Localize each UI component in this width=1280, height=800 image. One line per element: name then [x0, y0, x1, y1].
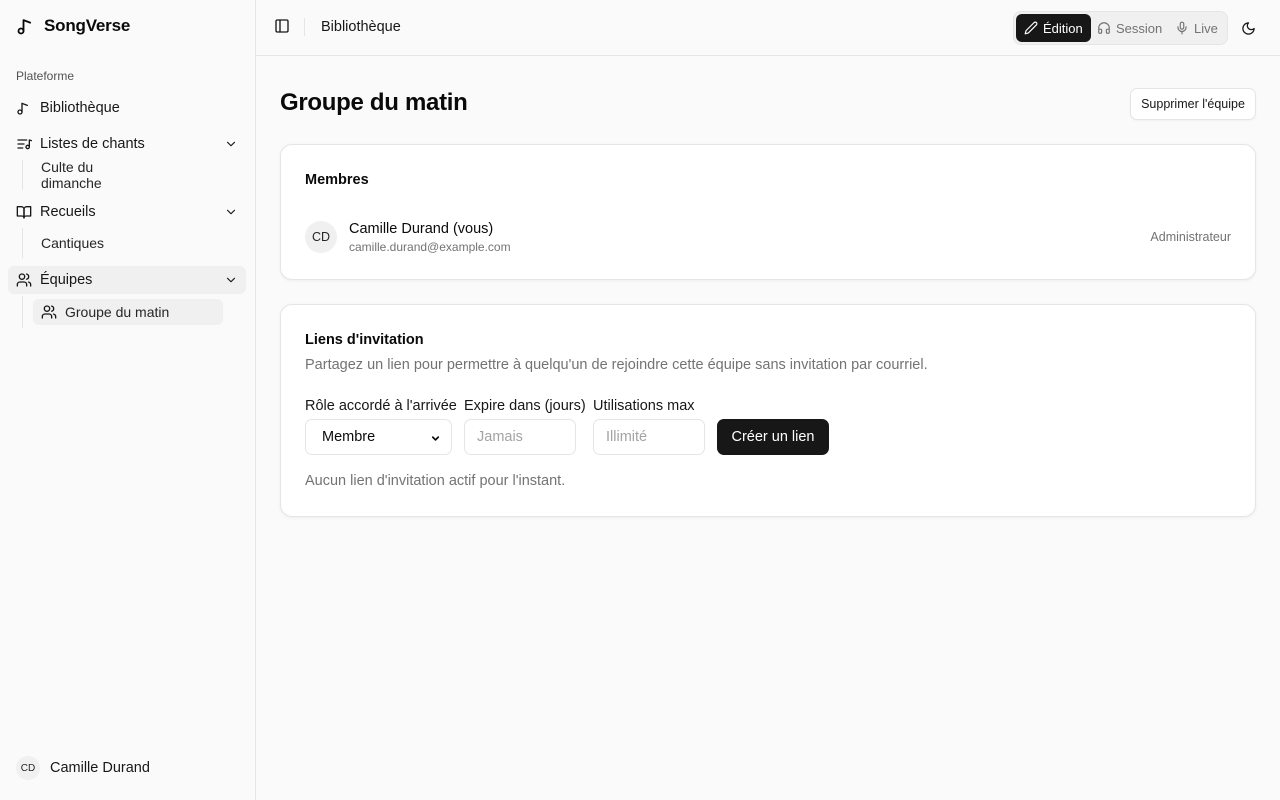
brand[interactable]: SongVerse	[16, 14, 130, 38]
mode-session-button[interactable]: Session	[1089, 14, 1170, 42]
theme-toggle-button[interactable]	[1239, 19, 1257, 37]
users-icon	[41, 304, 57, 320]
songbooks-submenu: Cantiques	[22, 228, 104, 258]
members-title: Membres	[305, 172, 369, 188]
no-invites-message: Aucun lien d'invitation actif pour l'ins…	[305, 473, 566, 489]
sidebar-toggle-button[interactable]	[272, 16, 292, 36]
divider	[304, 18, 305, 36]
app-name: SongVerse	[44, 16, 131, 35]
section-label-platform: Plateforme	[16, 69, 75, 83]
sidebar-item-label: Listes de chants	[40, 136, 145, 152]
expire-days-input[interactable]	[464, 419, 576, 455]
mode-edit-button[interactable]: Édition	[1016, 14, 1091, 42]
chevron-down-icon[interactable]	[224, 137, 238, 151]
invite-links-title: Liens d'invitation	[305, 332, 424, 348]
teams-submenu: Groupe du matin	[22, 296, 223, 328]
member-email: camille.durand@example.com	[349, 240, 511, 254]
pencil-icon	[1024, 21, 1038, 35]
role-select-value: Membre	[322, 429, 376, 445]
sidebar-subitem-label: Cantiques	[41, 235, 105, 251]
role-select[interactable]: Membre	[305, 419, 452, 455]
delete-team-button[interactable]: Supprimer l'équipe	[1130, 88, 1256, 120]
mode-label: Session	[1116, 20, 1163, 36]
role-label: Rôle accordé à l'arrivée	[305, 398, 457, 414]
microphone-icon	[1175, 21, 1189, 35]
sidebar-item-label: Équipes	[40, 272, 93, 288]
sidebar-subitem-morning-group[interactable]: Groupe du matin	[33, 299, 223, 325]
max-uses-input[interactable]	[593, 419, 705, 455]
mode-label: Live	[1194, 20, 1218, 36]
member-role: Administrateur	[1150, 230, 1231, 244]
member-name: Camille Durand (vous)	[349, 221, 494, 237]
max-uses-label: Utilisations max	[593, 398, 695, 414]
mode-live-button[interactable]: Live	[1167, 14, 1226, 42]
sidebar-item-label: Recueils	[40, 204, 96, 220]
sidebar-subitem-label: Groupe du matin	[65, 304, 170, 320]
user-menu[interactable]: CD Camille Durand	[16, 756, 150, 780]
chevron-down-icon	[430, 433, 441, 444]
sidebar-item-songbooks[interactable]: Recueils	[8, 198, 246, 226]
sidebar-subitem-hymns[interactable]: Cantiques	[33, 230, 104, 256]
breadcrumb[interactable]: Bibliothèque	[321, 19, 401, 35]
music-note-icon	[16, 100, 32, 116]
sidebar-subitem-sunday-service[interactable]: Culte du dimanche	[33, 159, 102, 191]
sidebar-item-setlists[interactable]: Listes de chants	[8, 130, 246, 158]
users-icon	[16, 272, 32, 288]
mode-label: Édition	[1043, 20, 1083, 36]
sidebar-item-teams[interactable]: Équipes	[8, 266, 246, 294]
mode-switcher: Édition Session Live	[1013, 11, 1228, 45]
book-open-icon	[16, 204, 32, 220]
invite-links-card: Liens d'invitation Partagez un lien pour…	[280, 304, 1256, 517]
avatar: CD	[305, 221, 337, 253]
invite-links-description: Partagez un lien pour permettre à quelqu…	[305, 357, 928, 373]
music-note-icon	[16, 16, 36, 36]
panel-left-icon	[274, 18, 290, 34]
setlists-submenu: Culte du dimanche	[22, 159, 102, 191]
sidebar-subitem-label: Culte du dimanche	[41, 159, 102, 191]
page-title: Groupe du matin	[280, 89, 468, 116]
sidebar: SongVerse Plateforme Bibliothèque Listes…	[0, 0, 256, 800]
expire-label: Expire dans (jours)	[464, 398, 586, 414]
sidebar-item-label: Bibliothèque	[40, 100, 120, 116]
headphones-icon	[1097, 21, 1111, 35]
list-music-icon	[16, 136, 32, 152]
user-name: Camille Durand	[50, 760, 150, 776]
members-card: Membres CD Camille Durand (vous) camille…	[280, 144, 1256, 280]
chevron-down-icon[interactable]	[224, 205, 238, 219]
create-link-button[interactable]: Créer un lien	[717, 419, 829, 455]
chevron-down-icon[interactable]	[224, 273, 238, 287]
topbar: Bibliothèque Édition Session Live	[256, 0, 1280, 56]
sidebar-item-library[interactable]: Bibliothèque	[8, 94, 246, 122]
avatar: CD	[16, 756, 40, 780]
moon-icon	[1241, 21, 1256, 36]
